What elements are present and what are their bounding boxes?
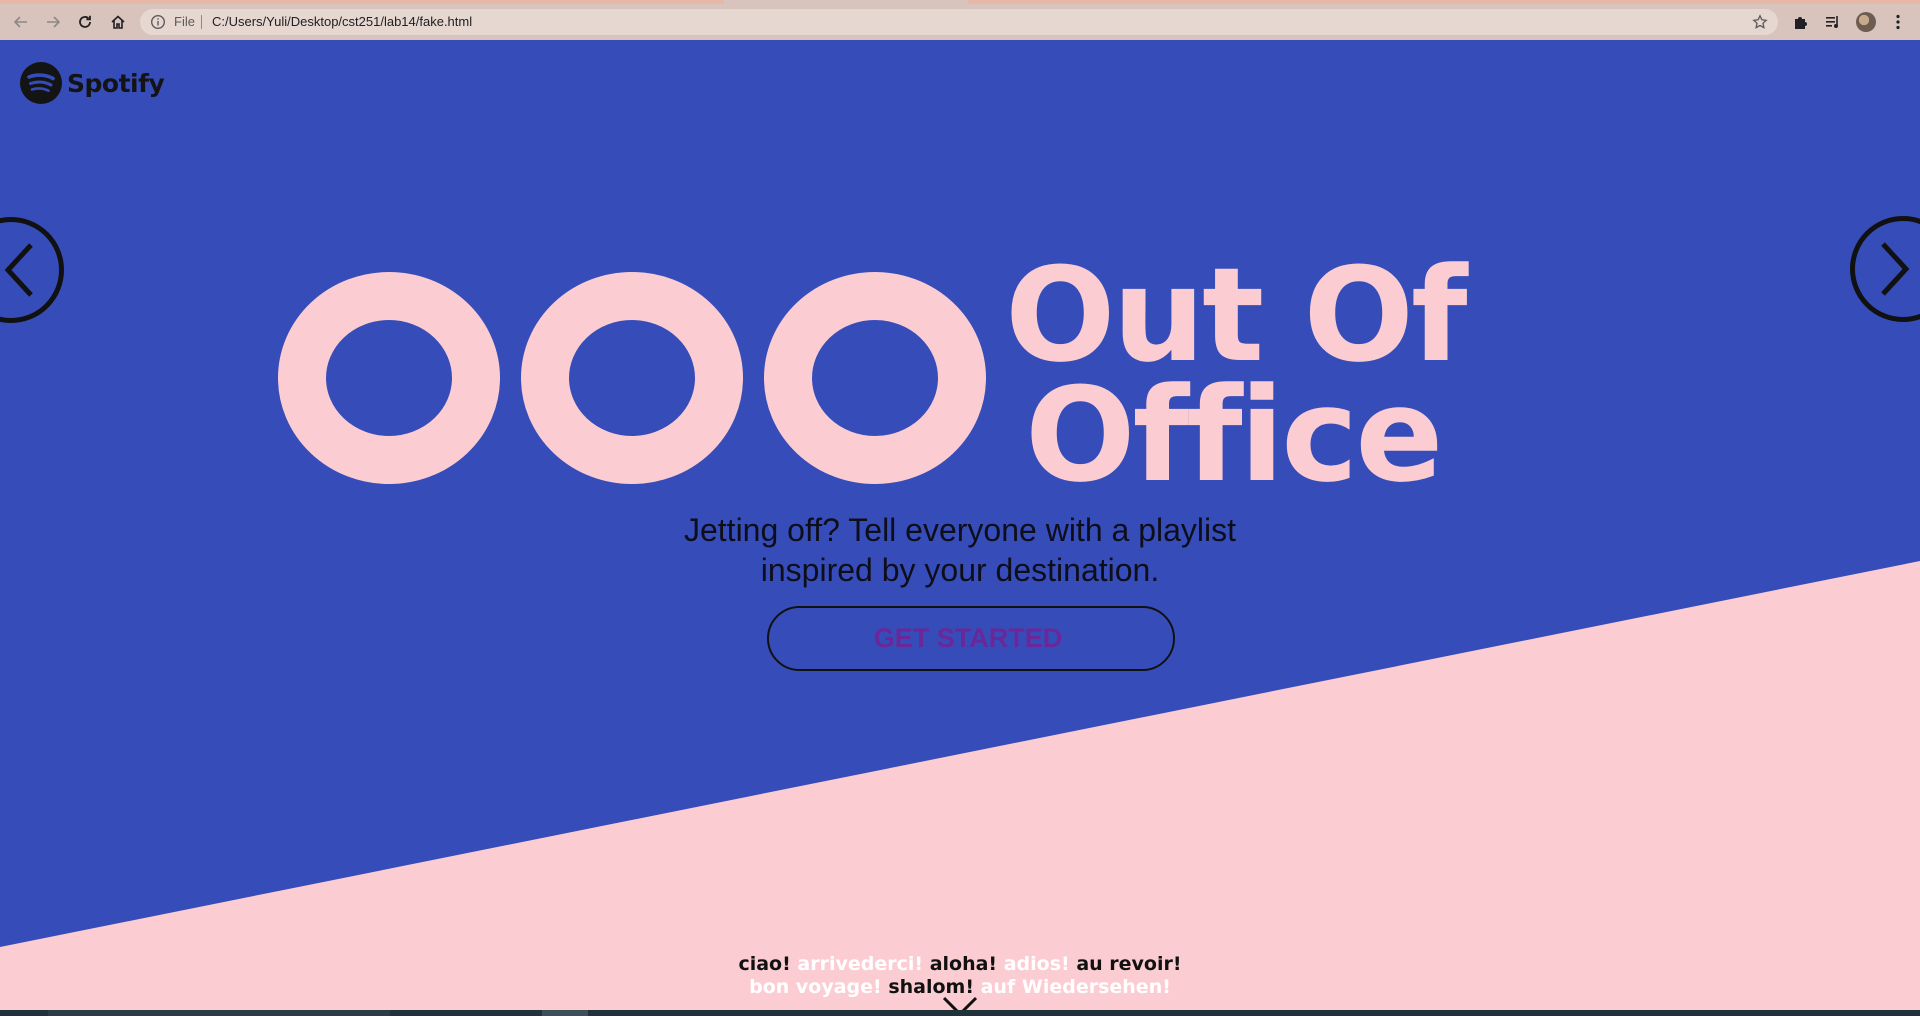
reload-icon <box>79 15 91 28</box>
profile-avatar[interactable] <box>1856 12 1876 32</box>
hero-title-line-2: Office <box>1025 359 1443 511</box>
greeting-word: adios! <box>1003 953 1070 975</box>
get-started-button[interactable]: GET STARTED <box>767 606 1175 671</box>
subtitle-line-1: Jetting off? Tell everyone with a playli… <box>683 512 1236 548</box>
chevron-down-icon[interactable] <box>942 995 978 1010</box>
hero-subtitle: Jetting off? Tell everyone with a playli… <box>560 510 1360 590</box>
forward-button[interactable] <box>41 10 65 34</box>
back-button[interactable] <box>9 10 33 34</box>
chevron-left-icon <box>4 243 33 297</box>
logo-wordmark: Spotify <box>67 68 165 98</box>
scheme-divider <box>201 15 202 29</box>
arrow-right-icon <box>47 16 61 28</box>
greeting-word: au revoir! <box>1076 953 1182 975</box>
ooo-letter-2 <box>521 272 743 484</box>
home-icon <box>111 15 125 29</box>
hero-title: Out Of Office <box>1005 239 1468 511</box>
browser-toolbar: File C:/Users/Yuli/Desktop/cst251/lab14/… <box>0 4 1920 40</box>
greeting-word: aloha! <box>929 953 998 975</box>
greeting-word: ciao! <box>738 953 791 975</box>
greeting-word: bon voyage! <box>749 976 882 998</box>
scheme-label: File <box>174 14 195 29</box>
ooo-letter-1 <box>278 272 500 484</box>
star-icon[interactable] <box>1752 14 1768 30</box>
greeting-word: arrivederci! <box>797 953 924 975</box>
address-bar[interactable]: File C:/Users/Yuli/Desktop/cst251/lab14/… <box>140 9 1778 35</box>
kebab-menu-icon[interactable] <box>1889 13 1907 31</box>
hero-title-line-1: Out Of <box>1005 239 1468 391</box>
arrow-left-icon <box>13 16 27 28</box>
chevron-right-icon <box>1881 242 1910 296</box>
playlist-icon[interactable] <box>1824 13 1842 31</box>
greeting-word: auf Wiedersehen! <box>980 976 1171 998</box>
url-text[interactable]: C:/Users/Yuli/Desktop/cst251/lab14/fake.… <box>212 9 472 35</box>
home-button[interactable] <box>106 10 130 34</box>
page-viewport: Spotify Out Of Office Jetting off? Tell … <box>0 40 1920 1010</box>
info-icon[interactable] <box>150 14 166 30</box>
spotify-logo[interactable]: Spotify <box>20 61 165 105</box>
taskbar-item[interactable] <box>542 1010 588 1016</box>
puzzle-icon[interactable] <box>1792 13 1810 31</box>
greetings-list: ciao! arrivederci! aloha! adios! au revo… <box>660 953 1260 999</box>
ooo-letter-3 <box>764 272 986 484</box>
spotify-icon <box>20 62 62 104</box>
subtitle-line-2: inspired by your destination. <box>760 552 1160 588</box>
reload-button[interactable] <box>73 10 97 34</box>
taskbar-item[interactable] <box>48 1010 390 1016</box>
os-taskbar <box>0 1010 1920 1016</box>
